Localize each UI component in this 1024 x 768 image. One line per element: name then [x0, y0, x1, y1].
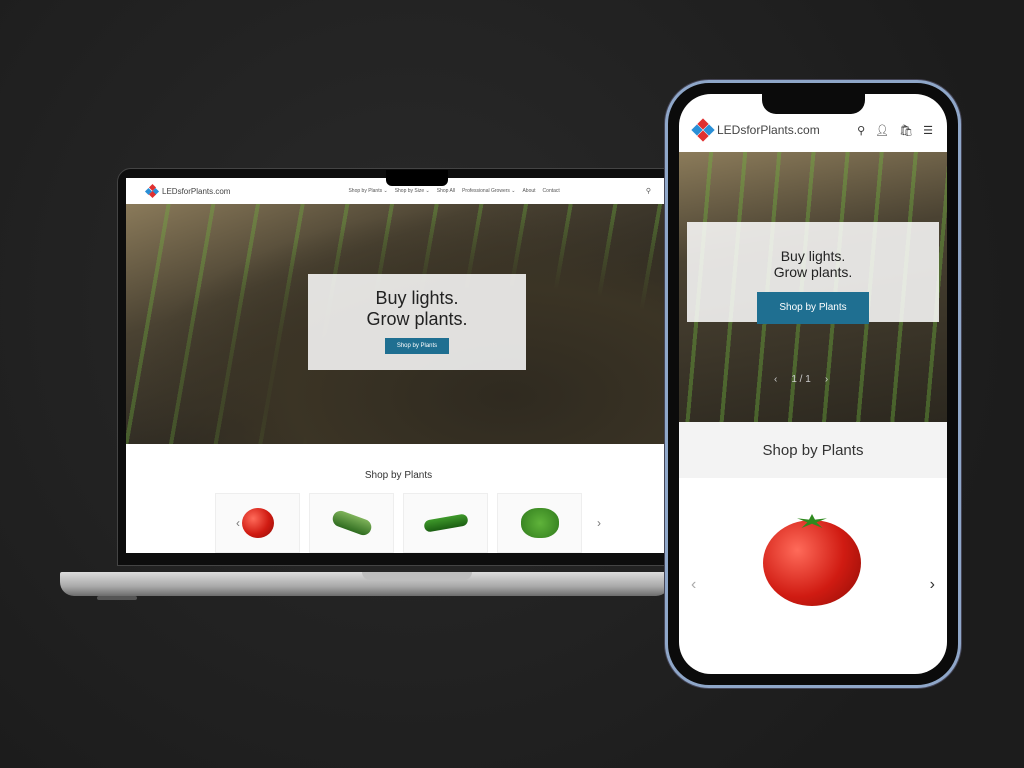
slide-counter: 1 / 1	[791, 374, 811, 385]
cart-icon[interactable]: 🛍︎	[899, 124, 913, 137]
logo-icon	[144, 183, 160, 199]
nav-shop-by-plants[interactable]: Shop by Plants ⌄	[348, 188, 387, 194]
hero-line1: Buy lights.	[780, 248, 846, 264]
shop-by-plants-button[interactable]: Shop by Plants	[757, 292, 869, 324]
pepper-icon	[422, 513, 469, 533]
product-card[interactable]	[403, 493, 488, 553]
product-carousel: ‹ ›	[126, 493, 671, 553]
shop-by-plants-button[interactable]: Shop by Plants	[384, 338, 450, 354]
phone-notch	[762, 92, 865, 114]
logo[interactable]: LEDsforPlants.com	[144, 183, 231, 199]
hero-banner: Buy lights. Grow plants. Shop by Plants …	[679, 152, 947, 422]
hero-banner: Buy lights. Grow plants. Shop by Plants	[126, 204, 671, 444]
chevron-left-icon[interactable]: ‹	[691, 576, 696, 594]
chevron-left-icon[interactable]: ‹	[236, 516, 240, 530]
logo-text: LEDsforPlants.com	[162, 186, 231, 196]
nav-professional-growers[interactable]: Professional Growers ⌄	[462, 188, 515, 194]
hero-line2: Grow plants.	[366, 309, 468, 329]
nav-shop-by-size[interactable]: Shop by Size ⌄	[395, 188, 430, 194]
chevron-right-icon[interactable]: ›	[825, 374, 828, 385]
desktop-site: LEDsforPlants.com Shop by Plants ⌄ Shop …	[126, 178, 671, 553]
laptop-lip	[362, 572, 472, 580]
section-title: Shop by Plants	[364, 470, 433, 481]
product-card[interactable]	[497, 493, 582, 553]
product-card[interactable]	[215, 493, 300, 553]
chevron-right-icon[interactable]: ›	[930, 576, 935, 594]
lettuce-icon	[520, 508, 559, 538]
cucumber-icon	[329, 508, 374, 538]
hero-box: Buy lights. Grow plants. Shop by Plants	[308, 274, 526, 370]
slide-controls: ‹ 1 / 1 ›	[774, 374, 828, 385]
laptop-notch	[386, 170, 448, 186]
section-title: Shop by Plants	[679, 422, 947, 478]
nav-about[interactable]: About	[522, 188, 535, 194]
account-icon[interactable]: 👤︎	[875, 124, 889, 137]
nav-shop-all[interactable]: Shop All	[437, 188, 455, 194]
product-card[interactable]	[309, 493, 394, 553]
chevron-left-icon[interactable]: ‹	[774, 374, 777, 385]
logo[interactable]: LEDsforPlants.com	[691, 118, 820, 142]
menu-icon[interactable]: ☰	[923, 124, 933, 137]
chevron-right-icon[interactable]: ›	[597, 516, 601, 530]
search-icon[interactable]: ⚲	[646, 187, 651, 195]
hero-line2: Grow plants.	[773, 264, 853, 280]
hero-line1: Buy lights.	[375, 288, 459, 308]
search-icon[interactable]: ⚲	[857, 124, 865, 137]
tomato-icon[interactable]	[763, 520, 861, 606]
nav-contact[interactable]: Contact	[543, 188, 560, 194]
laptop-foot	[97, 596, 137, 600]
logo-text: LEDsforPlants.com	[717, 123, 820, 137]
mobile-site: LEDsforPlants.com ⚲ 👤︎ 🛍︎ ☰ Buy lights. …	[679, 94, 947, 674]
tomato-icon	[241, 508, 274, 538]
product-carousel: ‹ ›	[679, 478, 947, 674]
logo-icon	[691, 118, 715, 142]
